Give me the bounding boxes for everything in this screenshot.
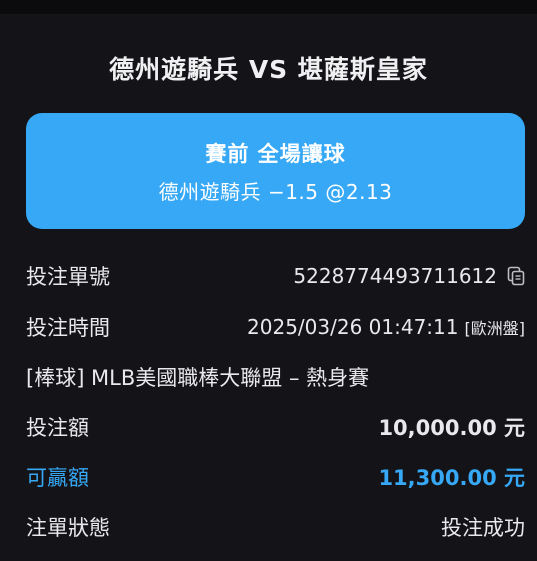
bet-type-label: 賽前 全場讓球 — [205, 141, 346, 166]
bet-time-value: 2025/03/26 01:47:11 — [247, 315, 459, 339]
potential-win-value: 11,300.00 元 — [378, 466, 525, 490]
potential-win-row: 可贏額 11,300.00 元 — [26, 460, 525, 494]
status-row: 注單狀態 投注成功 — [26, 510, 525, 544]
bet-selection-odds: 德州遊騎兵 −1.5 @2.13 — [158, 179, 393, 204]
copy-icon[interactable] — [507, 266, 525, 286]
league-text: [棒球] MLB美國職棒大聯盟 – 熱身賽 — [26, 366, 370, 390]
order-number-value: 5228774493711612 — [293, 264, 497, 288]
status-label: 注單狀態 — [26, 516, 110, 540]
bet-time-label: 投注時間 — [26, 316, 110, 340]
order-number-row: 投注單號 5228774493711612 — [26, 259, 525, 293]
potential-win-label: 可贏額 — [26, 466, 89, 490]
order-number-label: 投注單號 — [26, 265, 110, 289]
bet-time-row: 投注時間 2025/03/26 01:47:11 [歐洲盤] — [26, 310, 525, 344]
stake-row: 投注額 10,000.00 元 — [26, 410, 525, 444]
league-row: [棒球] MLB美國職棒大聯盟 – 熱身賽 — [26, 360, 525, 394]
bet-summary-card: 賽前 全場讓球 德州遊騎兵 −1.5 @2.13 — [26, 113, 525, 229]
stake-value: 10,000.00 元 — [378, 416, 525, 440]
market-tag: [歐洲盤] — [464, 319, 526, 338]
top-edge — [0, 0, 537, 14]
status-value: 投注成功 — [441, 516, 525, 540]
stake-label: 投注額 — [26, 416, 89, 440]
match-title: 德州遊騎兵 VS 堪薩斯皇家 — [109, 55, 428, 84]
